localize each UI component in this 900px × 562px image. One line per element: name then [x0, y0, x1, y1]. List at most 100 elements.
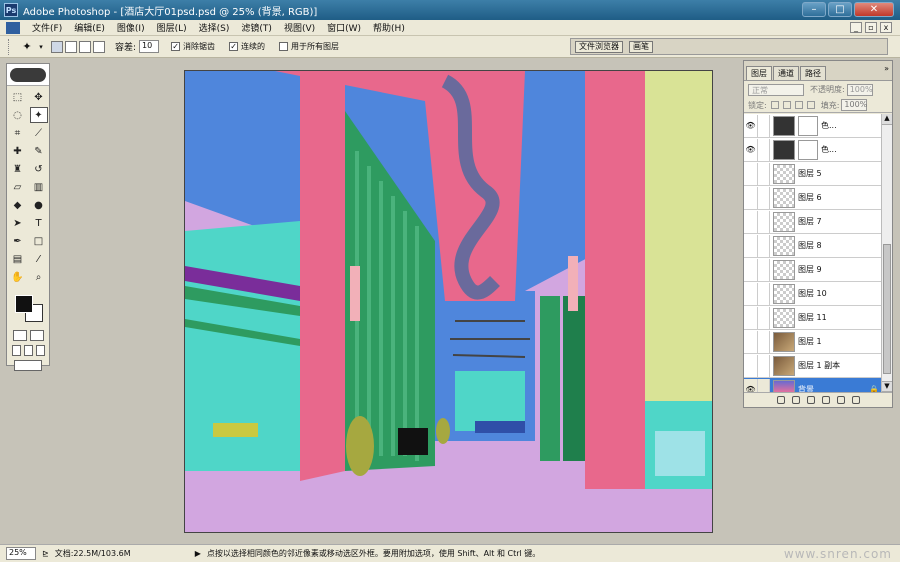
layer-row[interactable]: 图层 10	[744, 282, 882, 306]
subtract-selection-icon[interactable]	[79, 40, 91, 53]
new-adjustment-icon[interactable]	[821, 396, 830, 404]
menu-filter[interactable]: 滤镜(T)	[235, 21, 278, 34]
layer-link-slot[interactable]	[758, 330, 770, 353]
lock-all-icon[interactable]	[806, 101, 815, 109]
tab-paths[interactable]: 路径	[800, 66, 826, 80]
menu-image[interactable]: 图像(I)	[111, 21, 151, 34]
layer-row[interactable]: 👁 色...	[744, 138, 882, 162]
eraser-tool-icon[interactable]: ▱	[9, 179, 27, 195]
all-layers-checkbox[interactable]: 用于所有图层	[279, 41, 339, 52]
shape-tool-icon[interactable]: □	[30, 233, 48, 249]
layer-link-slot[interactable]	[758, 234, 770, 257]
eyedropper-tool-icon[interactable]: ⁄	[30, 251, 48, 267]
notes-tool-icon[interactable]: ▤	[9, 251, 27, 267]
visibility-eye-icon[interactable]	[744, 330, 758, 353]
scroll-down-icon[interactable]: ▼	[882, 381, 892, 392]
layers-scrollbar[interactable]: ▲ ▼	[881, 114, 892, 392]
add-style-icon[interactable]	[776, 396, 785, 404]
menu-select[interactable]: 选择(S)	[193, 21, 236, 34]
trash-icon[interactable]	[851, 396, 860, 404]
layer-row[interactable]: 图层 8	[744, 234, 882, 258]
healing-brush-icon[interactable]: ✚	[9, 143, 27, 159]
hand-tool-icon[interactable]: ✋	[9, 269, 27, 285]
menu-layer[interactable]: 图层(L)	[151, 21, 193, 34]
maximize-button[interactable]: □	[828, 2, 852, 17]
visibility-eye-icon[interactable]	[744, 282, 758, 305]
new-selection-icon[interactable]	[51, 40, 63, 53]
menu-help[interactable]: 帮助(H)	[367, 21, 411, 34]
brushes-tab[interactable]: 画笔	[629, 41, 653, 53]
anti-alias-checkbox[interactable]: ✓ 消除锯齿	[171, 41, 215, 52]
chevron-down-icon[interactable]: ▾	[37, 39, 45, 55]
visibility-eye-icon[interactable]	[744, 354, 758, 377]
layer-row[interactable]: 图层 1 副本	[744, 354, 882, 378]
new-layer-icon[interactable]	[836, 396, 845, 404]
fill-input[interactable]: 100%	[841, 99, 868, 111]
file-browser-tab[interactable]: 文件浏览器	[575, 41, 623, 53]
doc-restore-button[interactable]: ▫	[865, 22, 877, 33]
photoshop-menu-icon[interactable]	[6, 21, 20, 34]
new-set-icon[interactable]	[806, 396, 815, 404]
visibility-eye-icon[interactable]	[744, 234, 758, 257]
brush-tool-icon[interactable]: ✎	[30, 143, 48, 159]
tab-channels[interactable]: 通道	[773, 66, 799, 80]
move-tool-icon[interactable]: ✥	[30, 89, 48, 105]
quick-mask-icon[interactable]	[29, 330, 44, 341]
minimize-button[interactable]: –	[802, 2, 826, 17]
layer-link-slot[interactable]	[758, 186, 770, 209]
layer-link-slot[interactable]	[758, 114, 770, 137]
magic-wand-tool-icon[interactable]: ✦	[29, 107, 48, 123]
lock-transparency-icon[interactable]	[770, 101, 779, 109]
crop-tool-icon[interactable]: ⌗	[9, 125, 27, 141]
standard-mode-icon[interactable]	[12, 330, 27, 341]
layer-row[interactable]: 图层 11	[744, 306, 882, 330]
visibility-eye-icon[interactable]: 👁	[744, 138, 758, 161]
type-tool-icon[interactable]: T	[30, 215, 48, 231]
layer-link-slot[interactable]	[758, 282, 770, 305]
palette-menu-icon[interactable]: »	[884, 64, 889, 73]
blur-tool-icon[interactable]: ◆	[9, 197, 27, 213]
layer-link-slot[interactable]	[758, 354, 770, 377]
tolerance-input[interactable]: 10	[139, 40, 160, 53]
toolbox-header[interactable]	[7, 64, 49, 86]
jump-to-imageready-icon[interactable]	[14, 360, 42, 371]
doc-close-button[interactable]: x	[880, 22, 892, 33]
intersect-selection-icon[interactable]	[93, 40, 105, 53]
add-to-selection-icon[interactable]	[65, 40, 77, 53]
dodge-tool-icon[interactable]: ●	[30, 197, 48, 213]
close-button[interactable]: ✕	[854, 2, 894, 17]
layer-link-slot[interactable]	[758, 138, 770, 161]
document-canvas[interactable]	[184, 70, 713, 533]
scroll-thumb[interactable]	[883, 244, 891, 374]
menu-file[interactable]: 文件(F)	[26, 21, 68, 34]
layer-link-slot[interactable]	[758, 210, 770, 233]
layer-row[interactable]: 图层 6	[744, 186, 882, 210]
visibility-eye-icon[interactable]	[744, 210, 758, 233]
magic-wand-icon[interactable]: ✦	[17, 39, 37, 55]
layer-row[interactable]: 图层 5	[744, 162, 882, 186]
menu-edit[interactable]: 编辑(E)	[68, 21, 111, 34]
screen-mode-full-icon[interactable]	[35, 345, 45, 356]
layer-link-slot[interactable]	[758, 162, 770, 185]
scroll-up-icon[interactable]: ▲	[882, 114, 892, 125]
pen-tool-icon[interactable]: ✒	[9, 233, 27, 249]
screen-mode-standard-icon[interactable]	[11, 345, 21, 356]
visibility-eye-icon[interactable]	[744, 162, 758, 185]
layer-row-selected[interactable]: 👁 背景 🔒	[744, 378, 882, 392]
contiguous-checkbox[interactable]: ✓ 连续的	[229, 41, 265, 52]
path-selection-icon[interactable]: ➤	[9, 215, 27, 231]
menu-window[interactable]: 窗口(W)	[321, 21, 367, 34]
menu-view[interactable]: 视图(V)	[278, 21, 321, 34]
opacity-input[interactable]: 100%	[846, 83, 873, 96]
add-mask-icon[interactable]	[791, 396, 800, 404]
brush-link-icon[interactable]	[758, 378, 770, 392]
doc-minimize-button[interactable]: _	[850, 22, 862, 33]
foreground-color-swatch[interactable]	[15, 295, 33, 313]
zoom-input[interactable]: 25%	[6, 547, 36, 560]
visibility-eye-icon[interactable]	[744, 306, 758, 329]
tab-layers[interactable]: 图层	[746, 66, 772, 80]
layer-link-slot[interactable]	[758, 306, 770, 329]
visibility-eye-icon[interactable]: 👁	[744, 378, 758, 392]
zoom-tool-icon[interactable]: ⌕	[30, 269, 48, 285]
layer-row[interactable]: 👁 色...	[744, 114, 882, 138]
